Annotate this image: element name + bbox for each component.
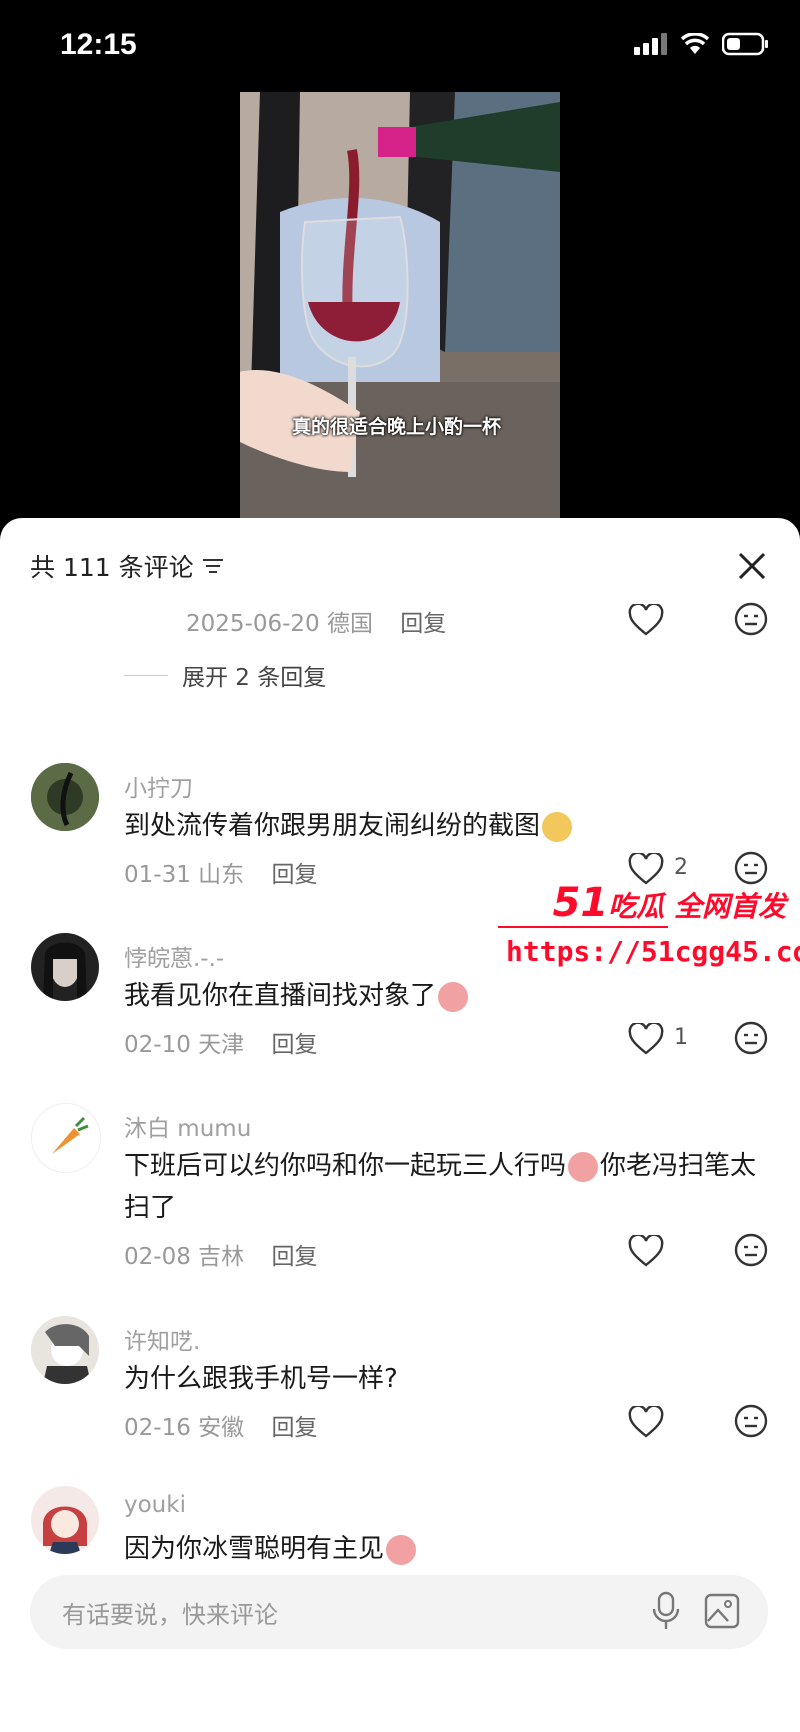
like-heart-icon[interactable]: [628, 1235, 664, 1267]
comment-date-location: 2025-06-20 德国: [186, 611, 373, 637]
battery-icon: [722, 32, 768, 56]
signal-icon: [634, 33, 667, 55]
emoji-sticker-icon: [386, 1534, 417, 1565]
dislike-face-icon[interactable]: [734, 1404, 768, 1438]
comment-text: 因为你冰雪聪明有主见: [124, 1528, 764, 1570]
reply-button[interactable]: 回复: [271, 1244, 317, 1270]
reply-button[interactable]: 回复: [400, 611, 446, 637]
comment-meta: 02-10 天津 回复: [124, 1025, 317, 1059]
emoji-sticker-icon: [438, 981, 469, 1012]
expand-replies-button[interactable]: 展开 2 条回复: [124, 658, 326, 692]
avatar[interactable]: [31, 763, 99, 831]
carrot-icon: [32, 1104, 100, 1172]
video-caption: 真的很适合晚上小酌一杯: [292, 416, 502, 438]
avatar[interactable]: [31, 1103, 101, 1173]
status-time: 12:15: [60, 28, 137, 61]
username[interactable]: 沐白 mumu: [124, 1109, 251, 1143]
emoji-sticker-icon: [542, 811, 573, 842]
avatar[interactable]: [31, 933, 99, 1001]
username[interactable]: 悖皖蒽.-.-: [124, 939, 224, 973]
avatar-image: [31, 1316, 99, 1384]
status-icons: [634, 32, 770, 56]
comment-meta: 2025-06-20 德国 回复: [186, 604, 446, 638]
close-icon[interactable]: [734, 548, 770, 584]
comment-text-content: 我看见你在直播间找对象了: [124, 981, 437, 1011]
video-frame-image: [240, 92, 560, 520]
comment-meta: 02-08 吉林 回复: [124, 1237, 317, 1271]
avatar[interactable]: [31, 1486, 99, 1554]
comment-count-label: 共 111 条评论: [30, 553, 194, 582]
comment-text: 下班后可以约你吗和你一起玩三人行吗 你老冯扫笔太扫了: [124, 1145, 764, 1229]
username[interactable]: 小拧刀: [124, 769, 193, 803]
comment-input-placeholder[interactable]: 有话要说，快来评论: [62, 1595, 278, 1630]
like-heart-icon[interactable]: [628, 604, 664, 636]
video-player[interactable]: 真的很适合晚上小酌一杯: [240, 92, 560, 520]
comment-meta: 01-31 山东 回复: [124, 855, 317, 889]
comment-text-content: 因为你冰雪聪明有主见: [124, 1534, 385, 1564]
avatar-image: [31, 1486, 99, 1554]
watermark-logo-text: 吃瓜 全网首发: [608, 890, 786, 923]
comment-date-location: 01-31 山东: [124, 862, 245, 888]
comment-text: 我看见你在直播间找对象了: [124, 975, 764, 1017]
comment-input-bar[interactable]: 有话要说，快来评论: [30, 1575, 768, 1649]
like-heart-icon[interactable]: [628, 1023, 664, 1055]
emoji-sticker-icon: [568, 1151, 599, 1182]
avatar-image: [31, 763, 99, 831]
comment-count[interactable]: 共 111 条评论: [30, 548, 224, 584]
comment-date-location: 02-10 天津: [124, 1032, 245, 1058]
comments-sheet: 共 111 条评论 2025-06-20 德国 回复 展开 2 条回复 小拧刀 …: [0, 518, 800, 1732]
dislike-face-icon[interactable]: [734, 602, 768, 636]
comments-header: 共 111 条评论: [0, 518, 800, 608]
dislike-face-icon[interactable]: [734, 1233, 768, 1267]
watermark-url: https://51cgg45.com: [506, 935, 800, 968]
image-picker-icon[interactable]: [704, 1593, 740, 1629]
reply-button[interactable]: 回复: [271, 1032, 317, 1058]
sort-filter-icon[interactable]: [202, 556, 224, 576]
comment-date-location: 02-08 吉林: [124, 1244, 245, 1270]
expand-divider: [124, 674, 168, 676]
comment-text: 为什么跟我手机号一样?: [124, 1364, 398, 1394]
status-bar: 12:15: [0, 0, 800, 95]
reply-button[interactable]: 回复: [271, 1415, 317, 1441]
avatar[interactable]: [31, 1316, 99, 1384]
microphone-icon[interactable]: [652, 1591, 680, 1631]
watermark-logo-number: 51: [552, 880, 609, 926]
comment-text: 到处流传着你跟男朋友闹纠纷的截图: [124, 805, 764, 847]
comment-meta: 02-16 安徽 回复: [124, 1408, 317, 1442]
like-count: 1: [674, 1025, 688, 1050]
watermark-logo: 51吃瓜 全网首发: [553, 880, 786, 926]
like-count: 2: [674, 855, 688, 880]
username[interactable]: youki: [124, 1492, 186, 1518]
comment-text-content: 到处流传着你跟男朋友闹纠纷的截图: [124, 811, 541, 841]
username[interactable]: 许知呓.: [124, 1322, 200, 1356]
dislike-face-icon[interactable]: [734, 1021, 768, 1055]
watermark-divider: [498, 926, 668, 928]
comment-date-location: 02-16 安徽: [124, 1415, 245, 1441]
expand-replies-label: 展开 2 条回复: [182, 665, 327, 691]
wifi-icon: [680, 33, 710, 54]
like-heart-icon[interactable]: [628, 1406, 664, 1438]
watermark: 51吃瓜 全网首发 https://51cgg45.com: [498, 880, 800, 980]
comment-text-content: 下班后可以约你吗和你一起玩三人行吗: [124, 1151, 567, 1181]
avatar-image: [31, 933, 99, 1001]
reply-button[interactable]: 回复: [271, 862, 317, 888]
